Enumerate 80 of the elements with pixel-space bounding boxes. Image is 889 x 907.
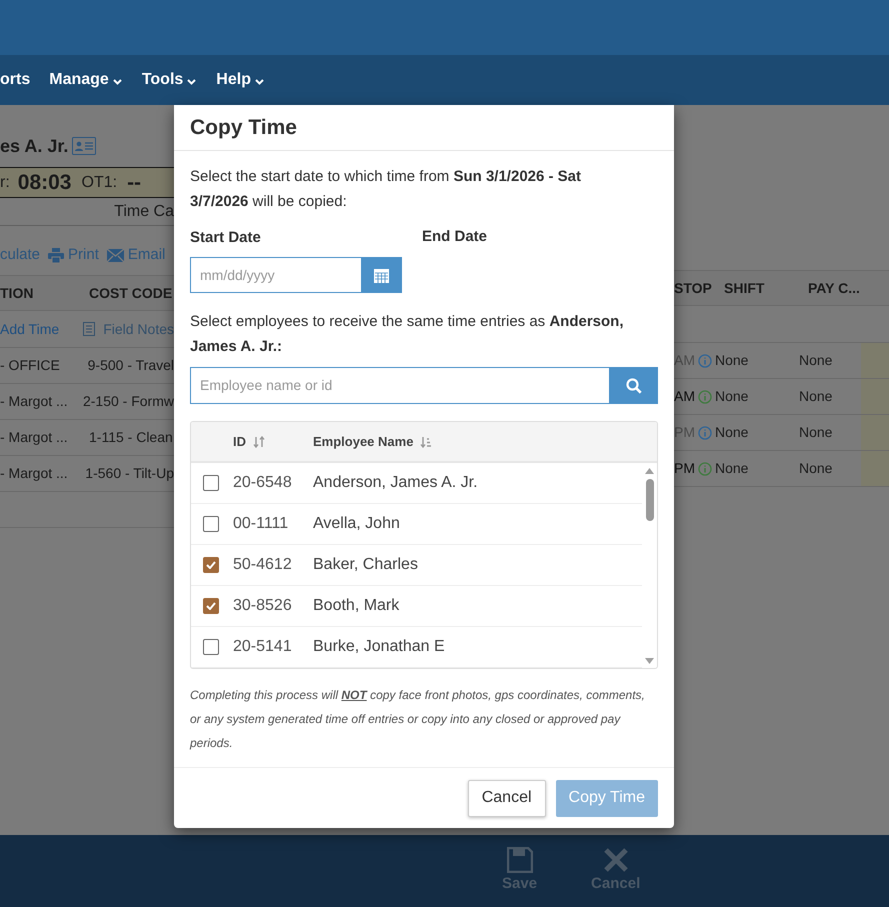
checkbox[interactable] <box>203 475 219 491</box>
table-toolbar-link[interactable]: Add Time <box>0 318 84 340</box>
calendar-icon <box>374 268 389 282</box>
column-header: COST CODE <box>89 284 172 302</box>
table-cell-text: None <box>799 423 834 442</box>
envelope-icon <box>106 248 124 262</box>
table-cell-text: Baker, Charles <box>313 555 418 575</box>
column-header: PAY C... <box>808 278 860 298</box>
table-cell-text: None <box>799 459 834 478</box>
employee-name: es A. Jr. <box>0 134 68 158</box>
table-cell-text: - OFFICE <box>0 356 61 375</box>
table-cell-text: None <box>799 387 834 406</box>
column-header: SHIFT <box>724 278 766 298</box>
toolbar-link[interactable]: Email <box>106 244 166 266</box>
dialog-title: Copy Time <box>190 114 297 141</box>
scrollbar-thumb[interactable] <box>646 479 654 521</box>
nav-menu[interactable]: Help <box>216 68 264 92</box>
column-header: STOP <box>674 278 713 298</box>
calendar-button[interactable] <box>361 257 402 293</box>
table-cell-text: Anderson, James A. Jr. <box>313 473 478 493</box>
search-button[interactable] <box>609 367 658 404</box>
checkmark-icon <box>206 561 216 569</box>
summary-value: -- <box>127 170 142 196</box>
employee-prompt-text: Select employees to receive the same time entries as Anderson, James A. Jr.: <box>190 312 625 357</box>
table-cell-text: None <box>715 387 750 406</box>
table-cell-text: PM <box>674 459 695 478</box>
field-label: Start Date <box>190 229 261 246</box>
table-cell-text: 9-500 - Travel <box>88 356 174 375</box>
summary-label: OT1: <box>82 172 118 192</box>
employee-search-field[interactable]: Employee name or id <box>190 367 609 404</box>
table-cell-text: Avella, John <box>313 514 400 534</box>
table-cell-text: 1-115 - Clean <box>89 428 173 447</box>
table-cell-text: 20-5141 <box>233 637 293 657</box>
table-cell-text: 1-560 - Tilt-Up <box>85 464 174 483</box>
table-cell-text: 00-1111 <box>233 514 290 534</box>
x-icon <box>602 846 629 873</box>
checkbox[interactable] <box>203 639 219 655</box>
summary-value: 08:03 <box>18 170 72 196</box>
table-cell-text: 2-150 - Formw <box>82 392 174 411</box>
table-cell-text: - Margot ... <box>0 428 69 447</box>
summary-label: r: <box>0 172 10 192</box>
table-cell-text: Booth, Mark <box>313 596 400 616</box>
date-field[interactable]: mm/dd/yyyy <box>190 257 361 293</box>
nav-menu[interactable]: Manage <box>49 68 122 92</box>
time-card-caption: Time Ca <box>114 202 174 222</box>
scroll-down-icon <box>645 658 654 664</box>
notes-icon <box>83 322 96 336</box>
table-cell-text: None <box>715 423 750 442</box>
toolbar-link[interactable]: culate <box>0 244 40 266</box>
field-label: End Date <box>422 227 488 247</box>
column-header[interactable]: Employee Name <box>313 432 432 452</box>
chevron-down-icon <box>254 78 264 84</box>
chevron-down-icon <box>187 78 196 84</box>
table-cell-text: - Margot ... <box>0 464 69 483</box>
checkmark-icon <box>206 602 216 610</box>
table-cell-text: 50-4612 <box>233 555 293 575</box>
intro-text: Select the start date to which time from Sun 3/1/2026 - Sat 3/7/2026 will be copied: <box>190 167 582 212</box>
disclaimer-text: Completing this process will NOT copy face front photos, gps coordinates, comments, or any system generated time off entries or copy into any closed or approved pay periods. <box>190 687 646 752</box>
table-cell-text: AM <box>674 387 695 406</box>
id-card-icon[interactable] <box>72 137 96 155</box>
checkbox[interactable] <box>203 598 219 614</box>
table-cell-text: None <box>715 459 750 478</box>
search-icon <box>626 378 642 394</box>
cancel-button[interactable]: Cancel <box>468 780 546 816</box>
table-cell-text: None <box>799 351 834 370</box>
column-header: TION <box>0 284 34 302</box>
table-cell-text: 20-6548 <box>233 473 293 493</box>
toolbar-link[interactable]: Print <box>48 244 99 266</box>
table-cell-text: None <box>715 351 750 370</box>
nav-menu[interactable]: orts <box>0 68 30 92</box>
table-cell-text: Burke, Jonathan E <box>313 637 445 657</box>
chevron-down-icon <box>112 78 122 84</box>
nav-menu[interactable]: Tools <box>142 68 196 92</box>
table-cell-text: - Margot ... <box>0 392 69 411</box>
column-header[interactable]: ID <box>233 432 313 452</box>
checkbox[interactable] <box>203 557 219 573</box>
printer-icon <box>48 248 64 262</box>
checkbox[interactable] <box>203 516 219 532</box>
table-cell-text: 30-8526 <box>233 596 293 616</box>
scroll-up-icon <box>645 468 654 474</box>
